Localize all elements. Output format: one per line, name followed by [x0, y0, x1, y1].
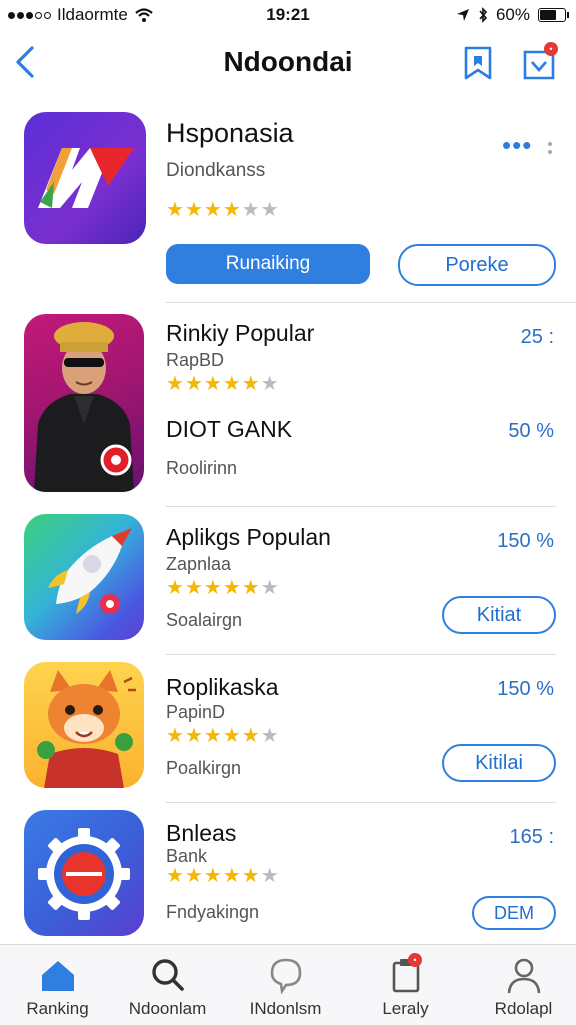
tab-label: Leraly [382, 999, 429, 1018]
app-icon-gear [24, 810, 144, 936]
list-item[interactable]: Roplikaska PapinD ★ ★ ★ ★ ★ ★ Poalkirgn 150 %… [0, 660, 576, 800]
tab-bar: Ranking Ndoonlam INdonlsm • Leraly Rdola… [0, 944, 576, 1025]
app-action-button[interactable]: DEM [472, 896, 556, 930]
app-rating-stars: ★ ★ ★ ★ ★ ★ [166, 865, 279, 887]
battery-icon [538, 8, 569, 22]
app-title: Bnleas [166, 820, 237, 846]
app-subtitle: PapinD [166, 702, 226, 722]
list-item[interactable]: Aplikgs Populan Zapnlaa ★ ★ ★ ★ ★ ★ Soalairgn… [0, 512, 576, 652]
app-subtitle: Bank [166, 846, 208, 866]
profile-icon [507, 958, 541, 994]
featured-rating-stars: ★ ★ ★ ★ ★ ★ [166, 199, 279, 221]
app-footer-text: Fndyakingn [166, 902, 260, 922]
list-item[interactable]: Bnleas Bank ★ ★ ★ ★ ★ ★ Fndyakingn 165 : DEM [0, 808, 576, 942]
location-icon [456, 9, 469, 21]
featured-app-subtitle: Diondkanss [166, 160, 266, 181]
divider [166, 654, 556, 655]
featured-app-icon [24, 112, 146, 244]
search-icon [152, 959, 184, 991]
status-bar: Ildaormte 19:21 60% [0, 0, 576, 30]
tab-badge: • [408, 953, 422, 967]
battery-percent: 60% [495, 5, 530, 24]
more-options-icon[interactable]: ••• [502, 130, 532, 161]
primary-action-button[interactable]: Runaiking [166, 244, 370, 284]
tab-library[interactable]: • Leraly [348, 945, 463, 1025]
app-rating-stars: ★ ★ ★ ★ ★ ★ [166, 373, 279, 395]
featured-app[interactable]: Hsponasia Diondkanss ★ ★ ★ ★ ★ ★ ••• Runaikin… [0, 108, 576, 302]
app-secondary-title: DIOT GANK [166, 416, 293, 442]
divider [166, 302, 576, 303]
app-percent: 25 : [520, 326, 554, 348]
app-footer-text: Soalairgn [166, 610, 243, 630]
tab-label: Rdolapl [494, 999, 553, 1018]
overflow-menu-icon[interactable] [548, 142, 552, 154]
tab-ranking[interactable]: Ranking [0, 945, 115, 1025]
app-action-button[interactable]: Kitiat [442, 596, 556, 634]
app-title: Roplikaska [166, 674, 279, 700]
app-action-button[interactable]: Kitilai [442, 744, 556, 782]
tab-chat[interactable]: INdonlsm [228, 945, 343, 1025]
app-percent: 165 : [509, 826, 554, 848]
app-footer-text: Roolirinn [166, 458, 238, 478]
app-subtitle: Zapnlaa [166, 554, 232, 574]
app-subtitle: RapBD [166, 350, 225, 370]
secondary-action-button[interactable]: Poreke [398, 244, 556, 286]
app-title: Rinkiy Popular [166, 320, 315, 346]
divider [166, 506, 556, 507]
home-icon [42, 961, 74, 991]
status-right: 60% [456, 5, 569, 25]
app-icon-fox [24, 662, 144, 788]
list-item[interactable]: Rinkiy Popular RapBD ★ ★ ★ ★ ★ ★ DIOT GANK Ro… [0, 312, 576, 502]
app-percent: 150 % [497, 530, 554, 552]
bluetooth-icon [479, 7, 488, 23]
app-secondary-percent: 50 % [508, 420, 554, 442]
app-rating-stars: ★ ★ ★ ★ ★ ★ [166, 577, 279, 599]
tab-search[interactable]: Ndoonlam [110, 945, 225, 1025]
navigation-bar: Ndoondai • [0, 36, 576, 92]
app-icon-portrait [24, 314, 144, 492]
tab-label: Ndoonlam [128, 999, 207, 1018]
tab-profile[interactable]: Rdolapl [466, 945, 576, 1025]
tab-label: Ranking [26, 999, 89, 1018]
tab-label: INdonlsm [249, 999, 322, 1018]
chat-icon [270, 958, 302, 995]
notification-badge: • [544, 42, 558, 56]
divider [166, 802, 556, 803]
app-percent: 150 % [497, 678, 554, 700]
app-footer-text: Poalkirgn [166, 758, 242, 778]
app-rating-stars: ★ ★ ★ ★ ★ ★ [166, 725, 279, 747]
app-icon-rocket [24, 514, 144, 640]
bookmark-icon[interactable] [462, 44, 494, 82]
app-title: Aplikgs Populan [166, 524, 331, 550]
inbox-button[interactable]: • [522, 42, 558, 82]
featured-app-title: Hsponasia [166, 118, 294, 148]
